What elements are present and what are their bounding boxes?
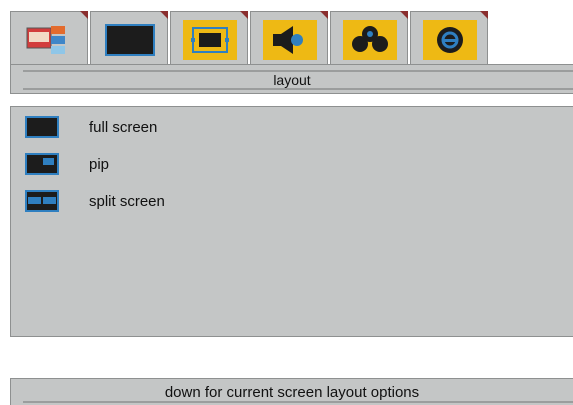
tab-picture[interactable] <box>10 11 88 65</box>
split-screen-icon <box>25 190 59 212</box>
tab-corner-marker <box>80 11 88 19</box>
layout-options-panel: full screen pip split screen <box>10 106 573 337</box>
divider <box>23 88 573 90</box>
option-split-screen[interactable]: split screen <box>25 189 165 213</box>
pip-icon <box>25 153 59 175</box>
tab-corner-marker <box>160 11 168 19</box>
picture-settings-icon <box>23 20 77 60</box>
section-title-bar: layout <box>10 64 573 94</box>
tab-sources[interactable] <box>330 11 408 65</box>
status-text: down for current screen layout options <box>164 384 420 401</box>
menu-tab-bar <box>10 11 573 65</box>
full-screen-icon <box>25 116 59 138</box>
option-label: full screen <box>89 118 158 136</box>
option-label: split screen <box>89 192 165 210</box>
divider <box>23 401 573 403</box>
setup-icon <box>423 20 477 60</box>
screen-icon <box>103 20 157 60</box>
sources-icon <box>343 20 397 60</box>
tab-corner-marker <box>240 11 248 19</box>
tab-screen[interactable] <box>90 11 168 65</box>
tab-corner-marker <box>400 11 408 19</box>
audio-icon <box>263 20 317 60</box>
tab-corner-marker <box>320 11 328 19</box>
option-pip[interactable]: pip <box>25 152 109 176</box>
tab-audio[interactable] <box>250 11 328 65</box>
tab-corner-marker <box>480 11 488 19</box>
tab-layout[interactable] <box>170 11 248 65</box>
page-title: layout <box>273 72 311 88</box>
option-full-screen[interactable]: full screen <box>25 115 157 139</box>
layout-icon <box>183 20 237 60</box>
option-label: pip <box>89 155 110 173</box>
tab-setup[interactable] <box>410 11 488 65</box>
status-bar: down for current screen layout options <box>10 378 573 405</box>
